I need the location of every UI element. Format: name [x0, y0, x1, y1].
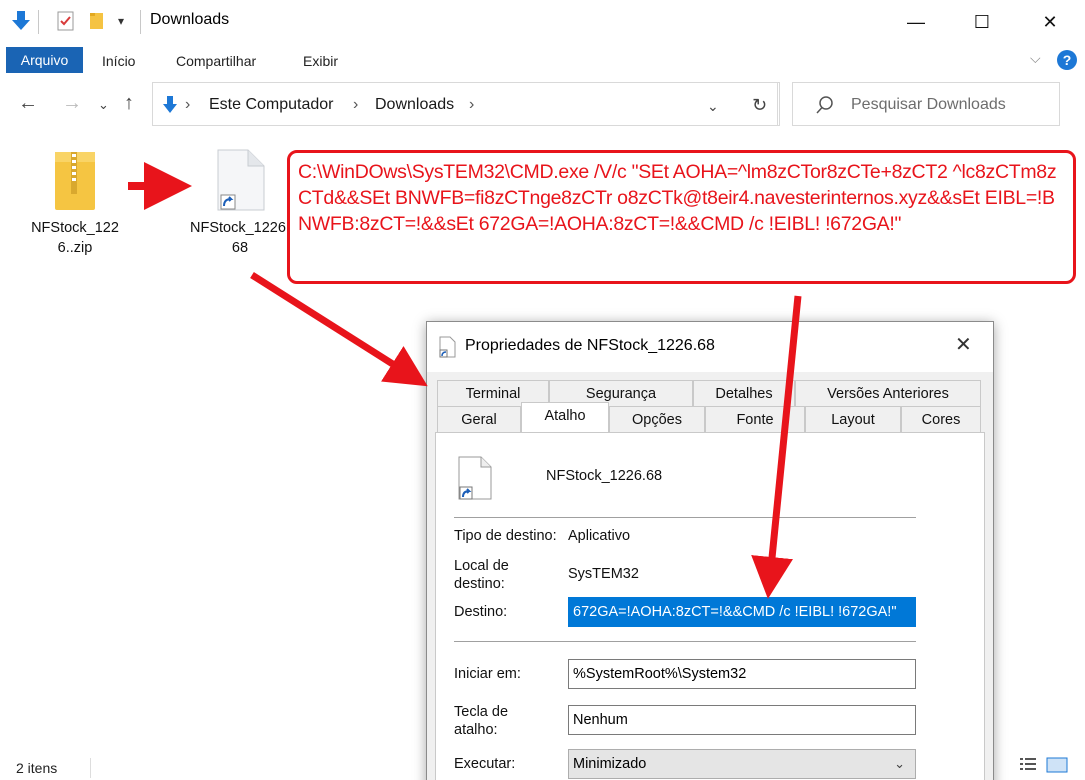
tab-exibir[interactable]: Exibir	[303, 53, 338, 69]
new-folder-icon[interactable]	[88, 9, 106, 33]
file-item-zip[interactable]: NFStock_1226..zip	[25, 148, 125, 258]
refresh-button[interactable]: ↻	[740, 82, 780, 126]
download-arrow-icon[interactable]	[10, 9, 32, 33]
properties-dialog: Propriedades de NFStock_1226.68 ✕ Termin…	[426, 321, 994, 780]
target-type-value: Aplicativo	[568, 528, 631, 544]
dialog-title-bar: Propriedades de NFStock_1226.68 ✕	[427, 322, 993, 372]
breadcrumb-separator-icon: ›	[185, 96, 191, 113]
shortcut-small-icon	[439, 336, 456, 358]
target-label: Destino:	[454, 604, 508, 620]
target-location-value: SysTEM32	[568, 566, 639, 582]
window-title: Downloads	[150, 11, 230, 28]
target-field[interactable]: 672GA=!AOHA:8zCT=!&&CMD /c !EIBL! !672GA…	[568, 597, 916, 627]
downloads-location-icon	[163, 96, 177, 113]
recent-locations-icon[interactable]: ⌄	[98, 97, 109, 113]
tab-opcoes[interactable]: Opções	[609, 406, 705, 432]
ribbon-expand-icon[interactable]: ⌵	[1030, 50, 1041, 67]
details-view-icon[interactable]	[1018, 756, 1038, 774]
breadcrumb-este-computador[interactable]: Este Computador	[209, 96, 334, 114]
search-box[interactable]: Pesquisar Downloads	[792, 82, 1060, 126]
tab-layout[interactable]: Layout	[805, 406, 901, 432]
search-placeholder: Pesquisar Downloads	[851, 96, 1006, 113]
status-item-count: 2 itens	[16, 760, 58, 776]
start-in-label: Iniciar em:	[454, 666, 521, 682]
shortcut-name: NFStock_1226.68	[546, 468, 663, 484]
run-select[interactable]: Minimizado ⌄	[568, 749, 916, 779]
properties-check-icon[interactable]	[56, 9, 76, 33]
title-divider	[140, 10, 141, 34]
explorer-window: ▾ Downloads — ☐ ✕ Arquivo Início Compart…	[0, 0, 1085, 780]
file-tab[interactable]: Arquivo	[6, 47, 83, 73]
status-divider	[90, 758, 91, 778]
target-type-label: Tipo de destino:	[454, 528, 557, 544]
command-text: C:\WinDOws\SysTEM32\CMD.exe /V/c "SEt AO…	[298, 161, 1057, 235]
start-in-field[interactable]: %SystemRoot%\System32	[568, 659, 916, 689]
address-dropdown-icon[interactable]: ⌄	[707, 98, 719, 115]
tab-versoes-anteriores[interactable]: Versões Anteriores	[795, 380, 981, 406]
tab-cores[interactable]: Cores	[901, 406, 981, 432]
run-label: Executar:	[454, 756, 516, 772]
file-name: NFStock_1226..zip	[31, 220, 119, 256]
tab-atalho[interactable]: Atalho	[521, 402, 609, 432]
large-icons-view-icon[interactable]	[1046, 756, 1068, 774]
tab-inicio[interactable]: Início	[102, 53, 135, 69]
title-bar: ▾ Downloads — ☐ ✕	[0, 0, 1085, 44]
command-annotation: C:\WinDOws\SysTEM32\CMD.exe /V/c "SEt AO…	[287, 150, 1076, 284]
dialog-close-button[interactable]: ✕	[955, 332, 972, 357]
address-bar[interactable]: › Este Computador › Downloads › ⌄	[152, 82, 778, 126]
ribbon: Arquivo Início Compartilhar Exibir ⌵ ?	[0, 44, 1085, 76]
close-button[interactable]: ✕	[1028, 6, 1072, 38]
run-select-value: Minimizado	[573, 756, 647, 772]
tab-fonte[interactable]: Fonte	[705, 406, 805, 432]
up-icon[interactable]: ↑	[124, 92, 134, 115]
help-icon[interactable]: ?	[1056, 49, 1078, 71]
minimize-button[interactable]: —	[894, 6, 938, 38]
tab-detalhes[interactable]: Detalhes	[693, 380, 795, 406]
zip-folder-icon	[55, 152, 95, 210]
tab-geral[interactable]: Geral	[437, 406, 521, 432]
hotkey-field[interactable]: Nenhum	[568, 705, 916, 735]
shortcut-file-icon	[217, 149, 265, 211]
chevron-down-icon: ⌄	[894, 756, 905, 771]
dialog-title: Propriedades de NFStock_1226.68	[465, 337, 715, 354]
tab-compartilhar[interactable]: Compartilhar	[176, 53, 256, 69]
target-location-label: Local de destino:	[454, 558, 509, 592]
atalho-panel: NFStock_1226.68 Tipo de destino: Aplicat…	[435, 432, 985, 780]
divider	[454, 641, 916, 642]
shortcut-large-icon	[458, 456, 492, 500]
forward-icon[interactable]: →	[62, 92, 82, 115]
hotkey-label: Tecla de atalho:	[454, 704, 509, 738]
qat-divider	[38, 10, 39, 34]
arrow-shortcut-to-dialog	[250, 272, 428, 387]
qat-dropdown-icon[interactable]: ▾	[118, 14, 124, 28]
search-icon	[816, 96, 833, 114]
breadcrumb-separator-icon: ›	[353, 96, 359, 113]
breadcrumb-downloads[interactable]: Downloads	[375, 96, 454, 114]
file-item-shortcut[interactable]: NFStock_1226.68	[190, 148, 290, 258]
back-icon[interactable]: ←	[18, 92, 38, 115]
breadcrumb-separator-icon: ›	[469, 96, 475, 113]
divider	[454, 517, 916, 518]
svg-text:?: ?	[1063, 52, 1072, 68]
maximize-button[interactable]: ☐	[960, 6, 1004, 38]
file-name: NFStock_1226.68	[190, 220, 290, 256]
